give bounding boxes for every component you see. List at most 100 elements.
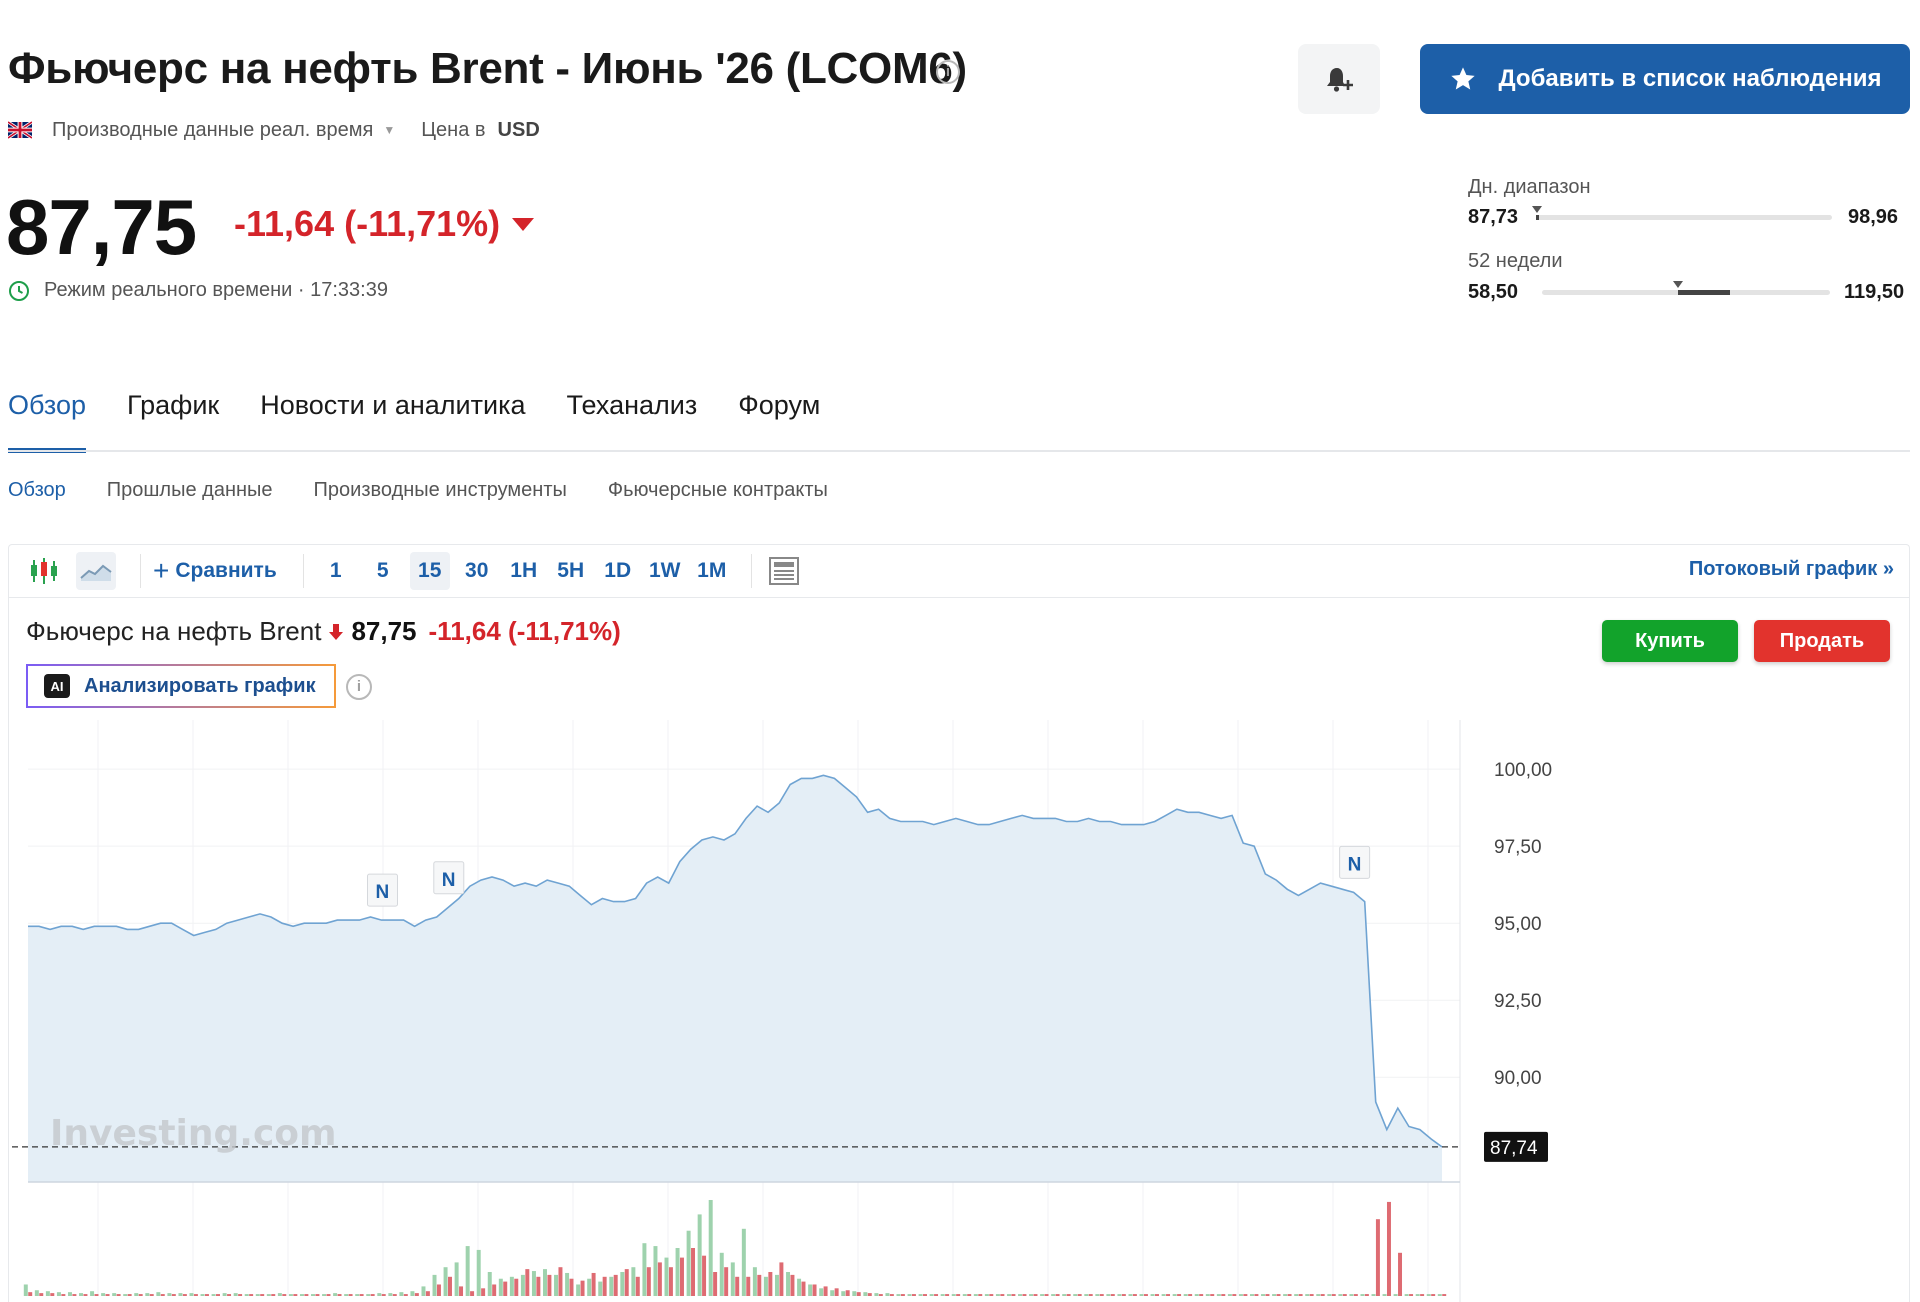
volume-bar-up (112, 1293, 117, 1296)
subtab-historical[interactable]: Прошлые данные (107, 479, 273, 502)
volume-bar-down (923, 1294, 927, 1296)
area-chart-icon[interactable] (76, 551, 116, 590)
volume-bar-down (1243, 1294, 1248, 1296)
star-icon (1450, 67, 1475, 90)
page-title: Фьючерс на нефть Brent - Июнь '26 (LCOM6… (8, 44, 967, 93)
volume-bar-up (432, 1274, 437, 1296)
volume-bar-up (1051, 1294, 1056, 1296)
chevron-down-icon[interactable]: ▼ (383, 123, 395, 137)
chart-price: 87,75 (351, 616, 417, 646)
info-icon[interactable]: i (936, 60, 960, 84)
subtab-derivatives[interactable]: Производные инструменты (314, 479, 567, 502)
volume-bar-up (819, 1288, 824, 1296)
volume-bar-up (399, 1292, 404, 1296)
price-change: -11,64 (-11,71%) (234, 203, 501, 244)
analyze-chart-label: Анализировать график (84, 674, 316, 697)
candlestick-icon[interactable] (24, 552, 64, 590)
toolbar-separator (302, 553, 304, 588)
interval-5h[interactable]: 5H (551, 552, 591, 590)
tab-overview[interactable]: Обзор (8, 388, 86, 453)
day-range-fill (1536, 215, 1539, 220)
compare-button[interactable]: + Сравнить (153, 556, 277, 585)
add-to-watchlist-button[interactable]: Добавить в список наблюдения (1420, 44, 1910, 114)
volume-bar-up (653, 1246, 658, 1296)
volume-bar-up (333, 1293, 338, 1296)
table-view-icon[interactable] (764, 552, 804, 590)
streaming-chart-link[interactable]: Потоковый график » (1689, 558, 1894, 581)
volume-bar-up (543, 1269, 547, 1296)
price-alert-button[interactable] (1298, 44, 1380, 114)
tab-chart[interactable]: График (127, 388, 219, 452)
volume-bar-down (724, 1267, 729, 1296)
volume-bar-down (492, 1284, 497, 1296)
interval-5[interactable]: 5 (363, 552, 403, 590)
tab-news[interactable]: Новости и аналитика (260, 388, 525, 452)
volume-bar-up (741, 1228, 746, 1296)
volume-bar-down (193, 1294, 198, 1296)
volume-bar-down (138, 1294, 143, 1296)
volume-bar-up (487, 1272, 492, 1296)
interval-1m[interactable]: 1M (692, 552, 732, 590)
volume-bar-down (436, 1284, 441, 1296)
volume-bar-down (713, 1272, 718, 1296)
volume-bar-up (465, 1246, 470, 1296)
interval-15[interactable]: 15 (409, 551, 450, 590)
volume-bar-down (381, 1294, 386, 1296)
volume-bar-up (520, 1274, 525, 1296)
volume-bar-up (1227, 1294, 1232, 1296)
interval-1h[interactable]: 1H (504, 552, 544, 590)
volume-bar-up (134, 1293, 139, 1296)
volume-bar-down (779, 1262, 784, 1296)
volume-bar-up (211, 1294, 216, 1296)
volume-bar-up (1073, 1294, 1078, 1296)
subtab-overview[interactable]: Обзор (8, 479, 66, 502)
volume-bar-up (167, 1293, 172, 1296)
volume-bar-down (514, 1278, 519, 1296)
volume-bar-down (691, 1248, 696, 1296)
volume-bar-up (1106, 1294, 1111, 1296)
last-price-tag-label: 87,74 (1490, 1138, 1538, 1159)
volume-bar-down (448, 1276, 452, 1296)
realtime-label: Режим реального времени · 17:33:39 (44, 279, 388, 301)
tab-technical[interactable]: Теханализ (567, 388, 698, 452)
volume-bar-up (1261, 1294, 1266, 1296)
volume-bar-up (366, 1294, 371, 1296)
volume-bar-down (1287, 1294, 1292, 1296)
volume-bar-down (1364, 1294, 1369, 1296)
subtab-futures[interactable]: Фьючерсные контракты (608, 479, 828, 502)
volume-bar-up (1294, 1294, 1299, 1296)
buy-button[interactable]: Купить (1602, 620, 1738, 662)
volume-bar-up (708, 1200, 713, 1296)
volume-bar-down (1143, 1294, 1148, 1296)
volume-bar-down (1375, 1219, 1380, 1296)
tab-forum[interactable]: Форум (738, 388, 820, 452)
day-range-label: Дн. диапазон (1468, 176, 1591, 198)
volume-bar-down (1155, 1294, 1159, 1296)
analyze-chart-button[interactable]: AI Анализировать график (26, 664, 336, 708)
sell-button[interactable]: Продать (1754, 620, 1890, 662)
volume-bar-down (735, 1276, 740, 1296)
price-chart[interactable]: Investing.com 100,00 97,50 95,00 92,50 90,00… (8, 720, 1910, 1302)
y-tick-label: 97,50 (1494, 837, 1542, 858)
volume-bar-up (852, 1291, 857, 1296)
interval-30[interactable]: 30 (457, 552, 497, 590)
volume-bar-down (293, 1294, 298, 1296)
data-source-dropdown[interactable]: Производные данные реал. время (52, 119, 373, 142)
volume-bar-down (1033, 1294, 1038, 1296)
realtime-status: Режим реального времени · 17:33:39 (8, 279, 388, 302)
volume-bar-down (83, 1294, 88, 1296)
volume-bar-up (1238, 1294, 1243, 1296)
volume-bar-down (900, 1294, 905, 1296)
volume-bar-down (989, 1294, 994, 1296)
interval-1[interactable]: 1 (316, 552, 356, 590)
volume-bar-up (23, 1284, 28, 1296)
volume-bar-up (322, 1294, 327, 1296)
volume-bar-down (613, 1274, 618, 1296)
info-icon[interactable]: i (346, 674, 372, 700)
volume-bar-down (624, 1269, 629, 1296)
interval-1d[interactable]: 1D (598, 552, 638, 590)
interval-1w[interactable]: 1W (645, 552, 685, 590)
volume-bar-down (1331, 1294, 1336, 1296)
volume-bar-down (127, 1294, 132, 1296)
volume-bar-down (1398, 1252, 1403, 1296)
